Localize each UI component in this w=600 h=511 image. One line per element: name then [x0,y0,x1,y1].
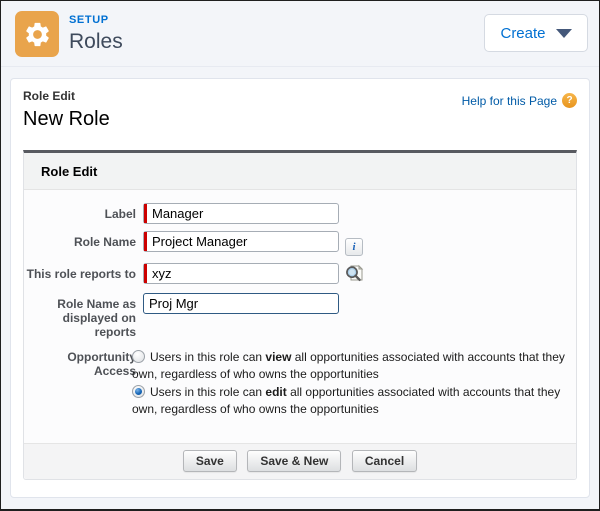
label-field-label: Label [24,203,136,224]
create-button-label: Create [500,25,545,42]
save-button[interactable]: Save [183,450,237,472]
save-and-new-button[interactable]: Save & New [247,450,341,472]
section-header: Role Edit [24,153,576,190]
form-row-reports-to: This role reports to [24,263,576,286]
setup-header: SETUP Roles Create [1,1,599,67]
opportunity-view-option[interactable]: Users in this role can view all opportun… [132,349,576,383]
required-indicator [144,232,147,251]
role-edit-section: Role Edit Label Role Name [23,150,577,480]
chevron-down-icon [556,29,572,38]
display-name-field-label: Role Name as displayed on reports [24,293,136,339]
cancel-button[interactable]: Cancel [352,450,417,472]
opportunity-access-options: Users in this role can view all opportun… [132,346,576,419]
option-text: Users in this role can [150,385,265,399]
help-block: Help for this Page ? [462,93,577,108]
screen: SETUP Roles Create Role Edit New Role He… [0,0,600,511]
help-link[interactable]: Help for this Page [462,94,557,108]
form-row-label: Label [24,203,576,224]
info-icon[interactable]: i [345,238,363,256]
display-name-input[interactable] [143,293,339,314]
setup-gear-tile [15,11,59,57]
role-name-input[interactable] [143,231,339,252]
header-titles: SETUP Roles [69,11,123,54]
page-app-title: Roles [69,30,123,54]
page-title: New Role [23,106,110,132]
opportunity-access-label: Opportunity Access [24,346,136,419]
radio-view[interactable] [132,350,145,363]
lookup-icon[interactable] [344,263,364,286]
required-indicator [144,204,147,223]
page-title-block: Role Edit New Role [23,89,110,132]
option-text-bold: edit [265,385,286,399]
form-row-opportunity-access: Opportunity Access Users in this role ca… [24,346,576,419]
create-button[interactable]: Create [484,14,588,52]
option-text-bold: view [265,350,291,364]
gear-icon [23,20,52,49]
role-name-field-label: Role Name [24,231,136,256]
option-text: Users in this role can [150,350,265,364]
radio-edit[interactable] [132,385,145,398]
content-panel: Role Edit New Role Help for this Page ? … [10,78,590,498]
button-bar: Save Save & New Cancel [24,443,576,479]
setup-eyebrow: SETUP [69,14,123,26]
form-rows: Label Role Name i [24,190,576,419]
page-subtitle: Role Edit [23,89,110,103]
required-indicator [144,264,147,283]
help-icon[interactable]: ? [562,93,577,108]
reports-to-input[interactable] [143,263,339,284]
form-row-display-name: Role Name as displayed on reports [24,293,576,339]
page-header: Role Edit New Role Help for this Page ? [23,89,577,132]
form-row-role-name: Role Name i [24,231,576,256]
reports-to-field-label: This role reports to [24,263,136,286]
label-input[interactable] [143,203,339,224]
opportunity-edit-option[interactable]: Users in this role can edit all opportun… [132,384,576,418]
